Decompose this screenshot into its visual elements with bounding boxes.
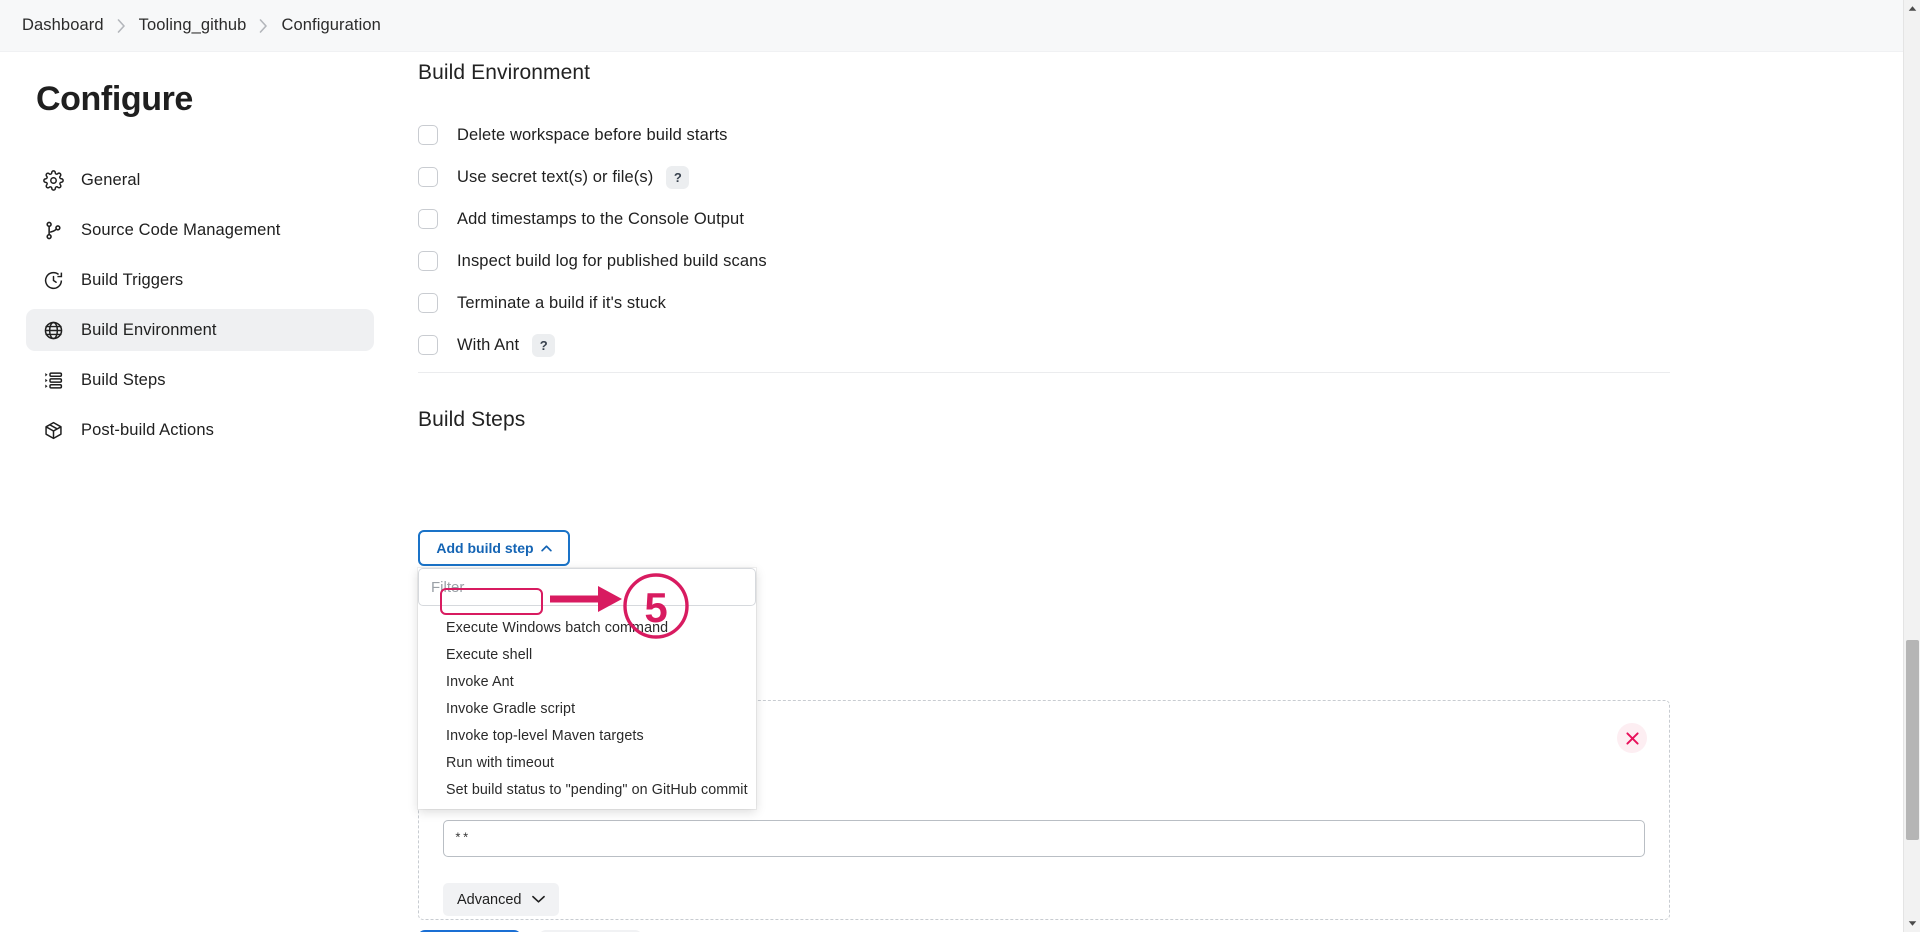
box-icon	[42, 419, 64, 441]
add-build-step-button[interactable]: Add build step	[418, 530, 570, 566]
dropdown-item-run-with-timeout[interactable]: Run with timeout	[418, 749, 756, 776]
chevron-down-icon	[531, 892, 545, 908]
option-row-use-secret: Use secret text(s) or file(s) ?	[418, 160, 767, 194]
configure-page: Dashboard Tooling_github Configuration C…	[0, 0, 1920, 932]
globe-icon	[42, 319, 64, 341]
checkbox-delete-workspace[interactable]	[418, 125, 438, 145]
main-content: Build Environment Delete workspace befor…	[400, 52, 1880, 932]
dropdown-item-set-build-status-pending[interactable]: Set build status to "pending" on GitHub …	[418, 776, 756, 803]
scrollbar-thumb[interactable]	[1906, 640, 1919, 840]
option-label-add-timestamps: Add timestamps to the Console Output	[457, 209, 745, 228]
help-icon-use-secret[interactable]: ?	[666, 165, 690, 189]
option-row-delete-workspace: Delete workspace before build starts	[418, 118, 767, 152]
option-row-terminate-build: Terminate a build if it's stuck	[418, 286, 767, 320]
sidebar-item-post-build-actions[interactable]: Post-build Actions	[26, 409, 374, 451]
section-divider	[418, 372, 1670, 373]
sidebar-item-label-scm: Source Code Management	[81, 220, 281, 239]
gear-icon	[42, 169, 64, 191]
sidebar-item-label-build-triggers: Build Triggers	[81, 270, 184, 289]
dropdown-item-execute-shell[interactable]: Execute shell	[418, 641, 756, 668]
checkbox-terminate-build[interactable]	[418, 293, 438, 313]
close-icon[interactable]	[1617, 723, 1647, 753]
checkbox-with-ant[interactable]	[418, 335, 438, 355]
build-environment-options: Delete workspace before build starts Use…	[418, 118, 767, 370]
option-row-add-timestamps: Add timestamps to the Console Output	[418, 202, 767, 236]
build-environment-heading: Build Environment	[418, 61, 591, 84]
checkbox-inspect-build-log[interactable]	[418, 251, 438, 271]
chevron-up-icon	[540, 544, 552, 552]
sidebar-item-label-general: General	[81, 170, 141, 189]
option-label-with-ant: With Ant	[457, 335, 520, 354]
add-build-step-label: Add build step	[436, 540, 534, 556]
sidebar-item-general[interactable]: General	[26, 159, 374, 201]
checkbox-use-secret[interactable]	[418, 167, 438, 187]
build-step-pattern-input[interactable]	[443, 820, 1645, 857]
option-label-use-secret: Use secret text(s) or file(s)	[457, 167, 654, 186]
dropdown-filter-wrap	[418, 568, 756, 606]
clock-icon	[42, 269, 64, 291]
breadcrumb-item-configuration[interactable]: Configuration	[281, 16, 380, 35]
list-icon	[42, 369, 64, 391]
option-label-inspect-build-log: Inspect build log for published build sc…	[457, 251, 767, 270]
build-steps-heading: Build Steps	[418, 408, 526, 431]
sidebar-item-label-build-steps: Build Steps	[81, 370, 166, 389]
scroll-up-arrow-icon[interactable]	[1904, 0, 1920, 17]
sidebar-item-build-steps[interactable]: Build Steps	[26, 359, 374, 401]
vertical-scrollbar[interactable]	[1903, 0, 1920, 932]
breadcrumb-item-dashboard[interactable]: Dashboard	[22, 16, 104, 35]
checkbox-add-timestamps[interactable]	[418, 209, 438, 229]
sidebar-item-source-code-management[interactable]: Source Code Management	[26, 209, 374, 251]
option-row-inspect-build-log: Inspect build log for published build sc…	[418, 244, 767, 278]
chevron-right-icon	[117, 18, 126, 33]
dropdown-item-invoke-ant[interactable]: Invoke Ant	[418, 668, 756, 695]
chevron-right-icon-2	[259, 18, 268, 33]
sidebar-item-label-build-environment: Build Environment	[81, 320, 217, 339]
add-build-step-dropdown: Execute Windows batch command Execute sh…	[418, 568, 756, 809]
sidebar: Configure General Source Code Management	[0, 52, 400, 932]
sidebar-item-label-post-build-actions: Post-build Actions	[81, 420, 214, 439]
scroll-down-arrow-icon[interactable]	[1904, 915, 1920, 932]
dropdown-item-list: Execute Windows batch command Execute sh…	[418, 606, 756, 809]
breadcrumb: Dashboard Tooling_github Configuration	[0, 0, 1920, 52]
advanced-button-label: Advanced	[457, 891, 522, 908]
git-branch-icon	[42, 219, 64, 241]
dropdown-item-invoke-gradle-script[interactable]: Invoke Gradle script	[418, 695, 756, 722]
dropdown-item-execute-windows-batch-command[interactable]: Execute Windows batch command	[418, 614, 756, 641]
option-row-with-ant: With Ant ?	[418, 328, 767, 362]
option-label-terminate-build: Terminate a build if it's stuck	[457, 293, 666, 312]
sidebar-item-build-triggers[interactable]: Build Triggers	[26, 259, 374, 301]
option-label-delete-workspace: Delete workspace before build starts	[457, 125, 728, 144]
dropdown-item-invoke-top-level-maven-targets[interactable]: Invoke top-level Maven targets	[418, 722, 756, 749]
breadcrumb-item-tooling-github[interactable]: Tooling_github	[139, 16, 247, 35]
help-icon-with-ant[interactable]: ?	[532, 333, 556, 357]
sidebar-item-build-environment[interactable]: Build Environment	[26, 309, 374, 351]
page-title: Configure	[36, 80, 193, 118]
filter-input[interactable]	[418, 568, 756, 606]
advanced-button[interactable]: Advanced	[443, 883, 559, 916]
